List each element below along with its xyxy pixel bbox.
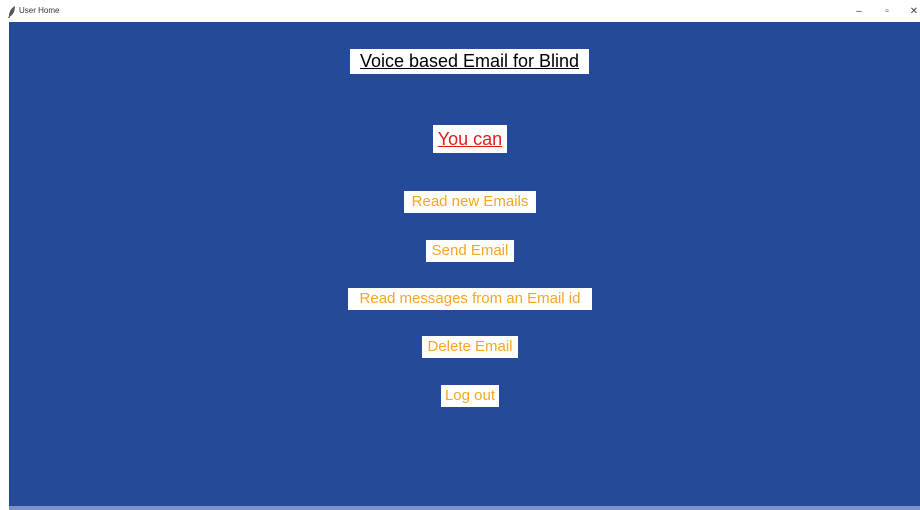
read-new-emails-button[interactable]: Read new Emails (404, 191, 536, 213)
minimize-button[interactable]: – (846, 2, 872, 20)
send-email-button[interactable]: Send Email (426, 240, 514, 262)
options-heading: You can (433, 125, 507, 153)
feather-icon (7, 5, 17, 18)
window-title: User Home (19, 6, 60, 15)
page-title: Voice based Email for Blind (350, 49, 589, 74)
minimize-icon: – (856, 5, 862, 17)
delete-email-button[interactable]: Delete Email (422, 336, 518, 358)
log-out-button[interactable]: Log out (441, 385, 499, 407)
close-icon: ✕ (909, 5, 919, 17)
title-bar[interactable]: User Home – ▫ ✕ (0, 0, 920, 22)
close-button[interactable]: ✕ (901, 2, 920, 20)
read-messages-from-email-id-button[interactable]: Read messages from an Email id (348, 288, 592, 310)
maximize-button[interactable]: ▫ (874, 2, 900, 20)
main-panel (9, 22, 920, 510)
window-bottom-edge (9, 506, 920, 510)
app-window: User Home – ▫ ✕ Voice based Email for Bl… (0, 0, 920, 510)
maximize-icon: ▫ (885, 5, 889, 17)
